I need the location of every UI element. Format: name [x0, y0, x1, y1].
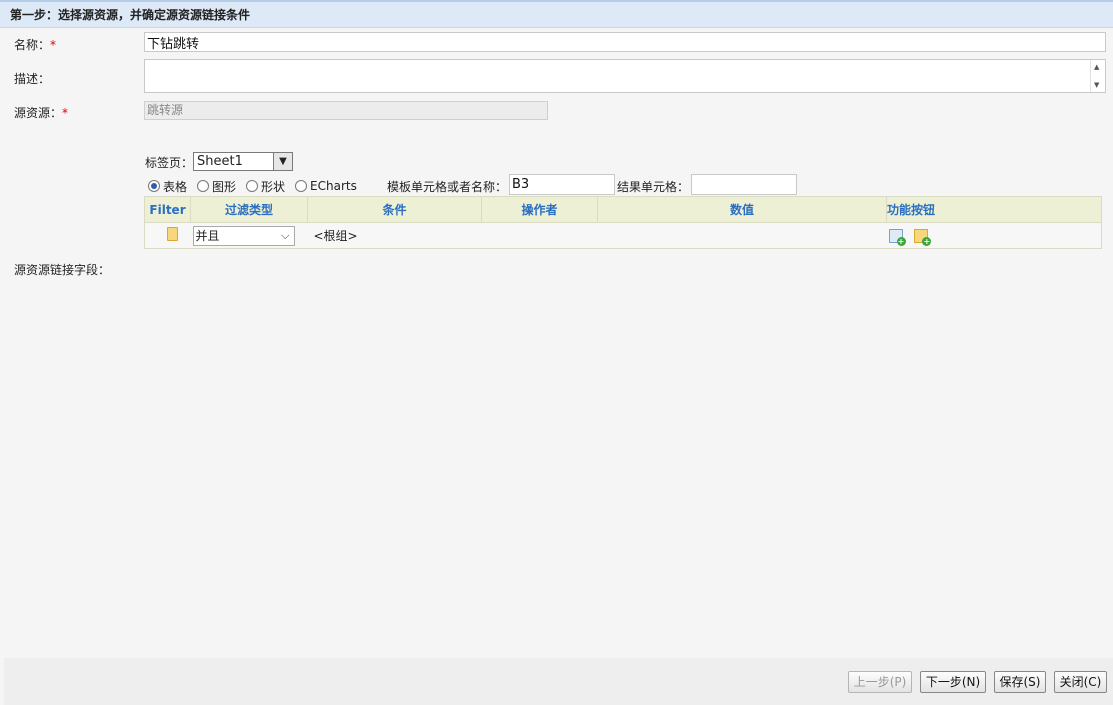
- radio-dot[interactable]: [148, 180, 160, 192]
- chevron-down-icon[interactable]: ⌵: [281, 227, 289, 245]
- table-header-row: Filter 过滤类型 条件 操作者 数值 功能按钮: [144, 196, 1102, 223]
- add-condition-icon[interactable]: +: [888, 228, 906, 246]
- column-header: 数值: [597, 196, 887, 223]
- save-button[interactable]: 保存(S): [994, 671, 1046, 693]
- folder-icon: [167, 227, 178, 241]
- actions-cell: + +: [886, 222, 1102, 249]
- sheet-select[interactable]: Sheet1 ▼: [193, 152, 293, 171]
- radio-label: 形状: [261, 179, 286, 194]
- name-input[interactable]: [144, 32, 1106, 52]
- condition-cell: <根组>: [307, 222, 482, 249]
- template-cell-label: 模板单元格或者名称：: [387, 180, 508, 194]
- radio-chart[interactable]: 图形: [197, 178, 236, 195]
- column-header: Filter: [144, 196, 191, 223]
- source-label-text: 源资源：: [14, 106, 63, 120]
- type-radio-group: 表格 图形 形状 ECharts: [148, 177, 367, 195]
- radio-label: ECharts: [310, 179, 357, 193]
- result-cell-label: 结果单元格：: [617, 180, 690, 194]
- name-label: 名称：*: [14, 36, 56, 53]
- logic-cell: 并且 ⌵: [190, 222, 308, 249]
- source-input[interactable]: 跳转源: [144, 101, 548, 120]
- column-header: 过滤类型: [190, 196, 308, 223]
- source-label: 源资源：*: [14, 104, 68, 121]
- filter-cell: [144, 222, 191, 249]
- result-cell-input[interactable]: [691, 174, 797, 195]
- filter-table: Filter 过滤类型 条件 操作者 数值 功能按钮 并且 ⌵ <根组> + +: [144, 196, 1102, 249]
- step-header: 第一步：选择源资源，并确定源资源链接条件: [0, 0, 1113, 28]
- logic-select-value: 并且: [195, 228, 220, 243]
- add-group-icon[interactable]: +: [914, 228, 932, 246]
- sheet-label: 标签页：: [145, 156, 194, 170]
- radio-dot[interactable]: [246, 180, 259, 192]
- table-row: 并且 ⌵ <根组> + +: [144, 222, 1102, 249]
- operator-cell: [481, 222, 598, 249]
- column-header: 操作者: [481, 196, 598, 223]
- description-scrollbar[interactable]: ▲ ▼: [1090, 60, 1105, 92]
- radio-dot[interactable]: [197, 180, 210, 192]
- scroll-up-icon[interactable]: ▲: [1094, 63, 1099, 71]
- value-cell: [597, 222, 887, 249]
- radio-shape[interactable]: 形状: [246, 178, 285, 195]
- footer-bar: 上一步(P) 下一步(N) 保存(S) 关闭(C): [4, 658, 1113, 705]
- radio-label: 图形: [212, 179, 237, 194]
- name-label-text: 名称：: [14, 38, 51, 52]
- chevron-down-icon[interactable]: ▼: [273, 153, 292, 170]
- column-header-text: 功能按钮: [887, 203, 936, 217]
- plus-icon: +: [896, 236, 906, 246]
- scroll-down-icon[interactable]: ▼: [1094, 81, 1099, 89]
- required-mark-source: *: [62, 106, 69, 120]
- column-header: 功能按钮: [886, 196, 1102, 223]
- next-button[interactable]: 下一步(N): [920, 671, 986, 693]
- close-button[interactable]: 关闭(C): [1054, 671, 1107, 693]
- sheet-select-value: Sheet1: [197, 154, 243, 169]
- logic-select[interactable]: 并且 ⌵: [192, 225, 295, 246]
- radio-echarts[interactable]: ECharts: [295, 179, 357, 193]
- radio-dot[interactable]: [295, 180, 308, 192]
- radio-label: 表格: [163, 179, 188, 194]
- desc-label: 描述：: [14, 72, 51, 86]
- description-textarea[interactable]: ▲ ▼: [144, 59, 1106, 93]
- required-mark: *: [50, 38, 57, 52]
- prev-button[interactable]: 上一步(P): [848, 671, 912, 693]
- plus-icon: +: [922, 236, 932, 246]
- template-cell-input[interactable]: [509, 174, 615, 195]
- radio-table[interactable]: 表格: [148, 178, 187, 195]
- link-fields-label: 源资源链接字段：: [14, 263, 111, 277]
- column-header: 条件: [307, 196, 482, 223]
